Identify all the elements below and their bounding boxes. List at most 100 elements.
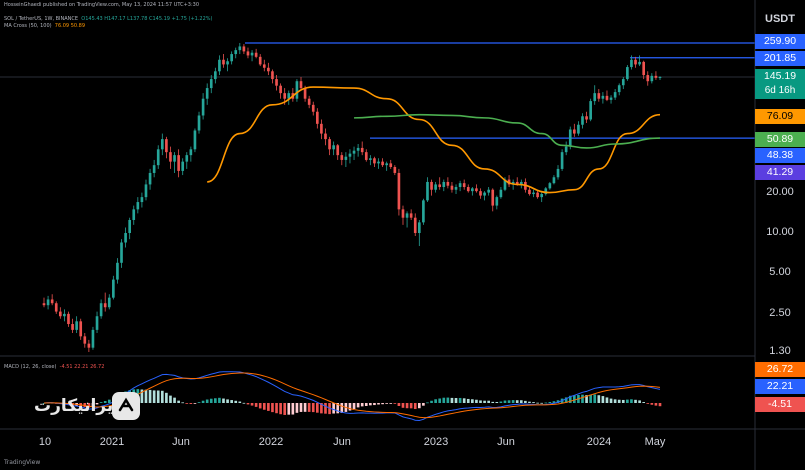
macd-values: -4.51 22.21 26.72 [59,364,105,370]
candle-body [462,183,466,188]
x-tick-label: 2022 [258,436,284,448]
candle-body [185,155,189,162]
published-line: HosseinGhaedi published on TradingView.c… [4,2,200,8]
candle-body [454,187,458,190]
macd-hist-bar [275,403,278,414]
macd-hist-bar [487,400,490,403]
macd-hist-bar [495,401,499,403]
candle-body [475,188,478,192]
candle-body [181,161,185,171]
candle-body [336,145,340,156]
macd-hist-bar [405,403,409,409]
symbol-line: SOL / TetherUS, 1W, BINANCE O145.43 H147… [4,16,212,22]
candle-body [589,101,592,120]
candle-body [116,262,119,280]
macd-hist-bar [511,400,515,403]
macd-line: MACD (12, 26, close) -4.51 22.21 26.72 [4,364,104,370]
macd-hist-bar [450,397,454,403]
candle-body [548,183,552,189]
candle-body [226,61,229,65]
x-tick-label: 10 [38,436,52,448]
candle-body [271,71,274,80]
price-tag-support1: 50.89 [755,132,805,147]
candle-body [409,213,413,218]
candle-body [95,316,99,330]
macd-hist-bar [271,403,274,413]
macd-hist-bar [401,403,405,408]
macd-hist-bar [283,403,287,415]
candle-body [605,95,609,100]
candle-body [279,85,282,94]
candle-body [401,209,405,218]
candle-body [581,116,584,125]
macd-hist-bar [189,403,193,404]
currency-label[interactable]: USDT [755,13,805,25]
macd-hist-bar [226,399,229,403]
candle-body [389,163,393,168]
candle-body [315,111,319,124]
macd-hist-bar [646,403,650,404]
macd-hist-bar [581,394,584,403]
macd-hist-bar [197,402,201,403]
candle-body [324,133,327,140]
candle-body [258,56,262,65]
macd-hist-bar [417,403,421,409]
candle-body [344,156,348,160]
macd-hist-bar [438,398,442,403]
candle-body [246,51,250,56]
ma-line: MA Cross (50, 100) 76.09 50.89 [4,23,85,29]
macd-hist-bar [409,403,413,409]
candle-body [218,59,221,72]
candle-body [295,81,299,99]
macd-hist-bar [234,400,238,403]
y-tick-label: 5.00 [769,266,791,279]
candle-body [275,79,278,86]
candle-body [532,192,535,195]
candle-body [42,303,46,306]
last-price: 145.19 [763,70,797,82]
candle-body [58,311,62,317]
price-tag-support3: 41.29 [755,165,805,180]
macd-hist-bar [373,403,376,406]
macd-hist-bar [160,390,164,403]
candle-body [193,130,197,150]
candle-body [417,222,421,234]
macd-hist-bar [340,403,344,413]
ohlc-values: O145.43 H147.17 L137.78 C145.19 +1.75 (+… [81,16,213,22]
macd-hist-bar [515,400,519,403]
candle-body [71,324,74,330]
macd-hist-bar [267,403,270,411]
candle-body [307,98,311,105]
macd-hist-bar [295,403,299,413]
price-tag-resistance: 201.85 [755,51,805,66]
watermark-logo: ایرانیکارت [14,390,142,424]
macd-hist-bar [413,403,417,410]
candle-body [585,116,588,120]
candle-body [46,299,50,306]
x-tick-label: Jun [333,436,351,448]
macd-hist-bar [475,399,478,403]
macd-hist-bar [360,403,364,407]
macd-hist-bar [148,389,152,403]
price-tag-last: 145.19 6d 16h [755,69,805,99]
candle-body [601,95,605,99]
candle-body [573,129,576,134]
macd-hist-bar [479,400,482,403]
macd-hist-bar [454,398,458,403]
candle-body [250,52,254,56]
macd-hist-bar [173,397,176,403]
macd-hist-bar [205,399,209,403]
y-tick-label: 1.30 [769,345,791,357]
macd-hist-bar [442,397,446,403]
macd-hist-bar [630,399,633,403]
macd-hist-bar [536,402,539,404]
candle-body [646,75,650,82]
y-tick-label: 10.00 [766,226,794,238]
candle-body [152,165,156,173]
logo-text: ایرانیکارت [34,396,120,416]
macd-hist-bar [503,400,507,403]
macd-hist-bar [621,399,625,403]
macd-hist-bar [471,399,474,403]
macd-hist-bar [601,396,605,403]
macd-hist-bar [491,401,495,403]
